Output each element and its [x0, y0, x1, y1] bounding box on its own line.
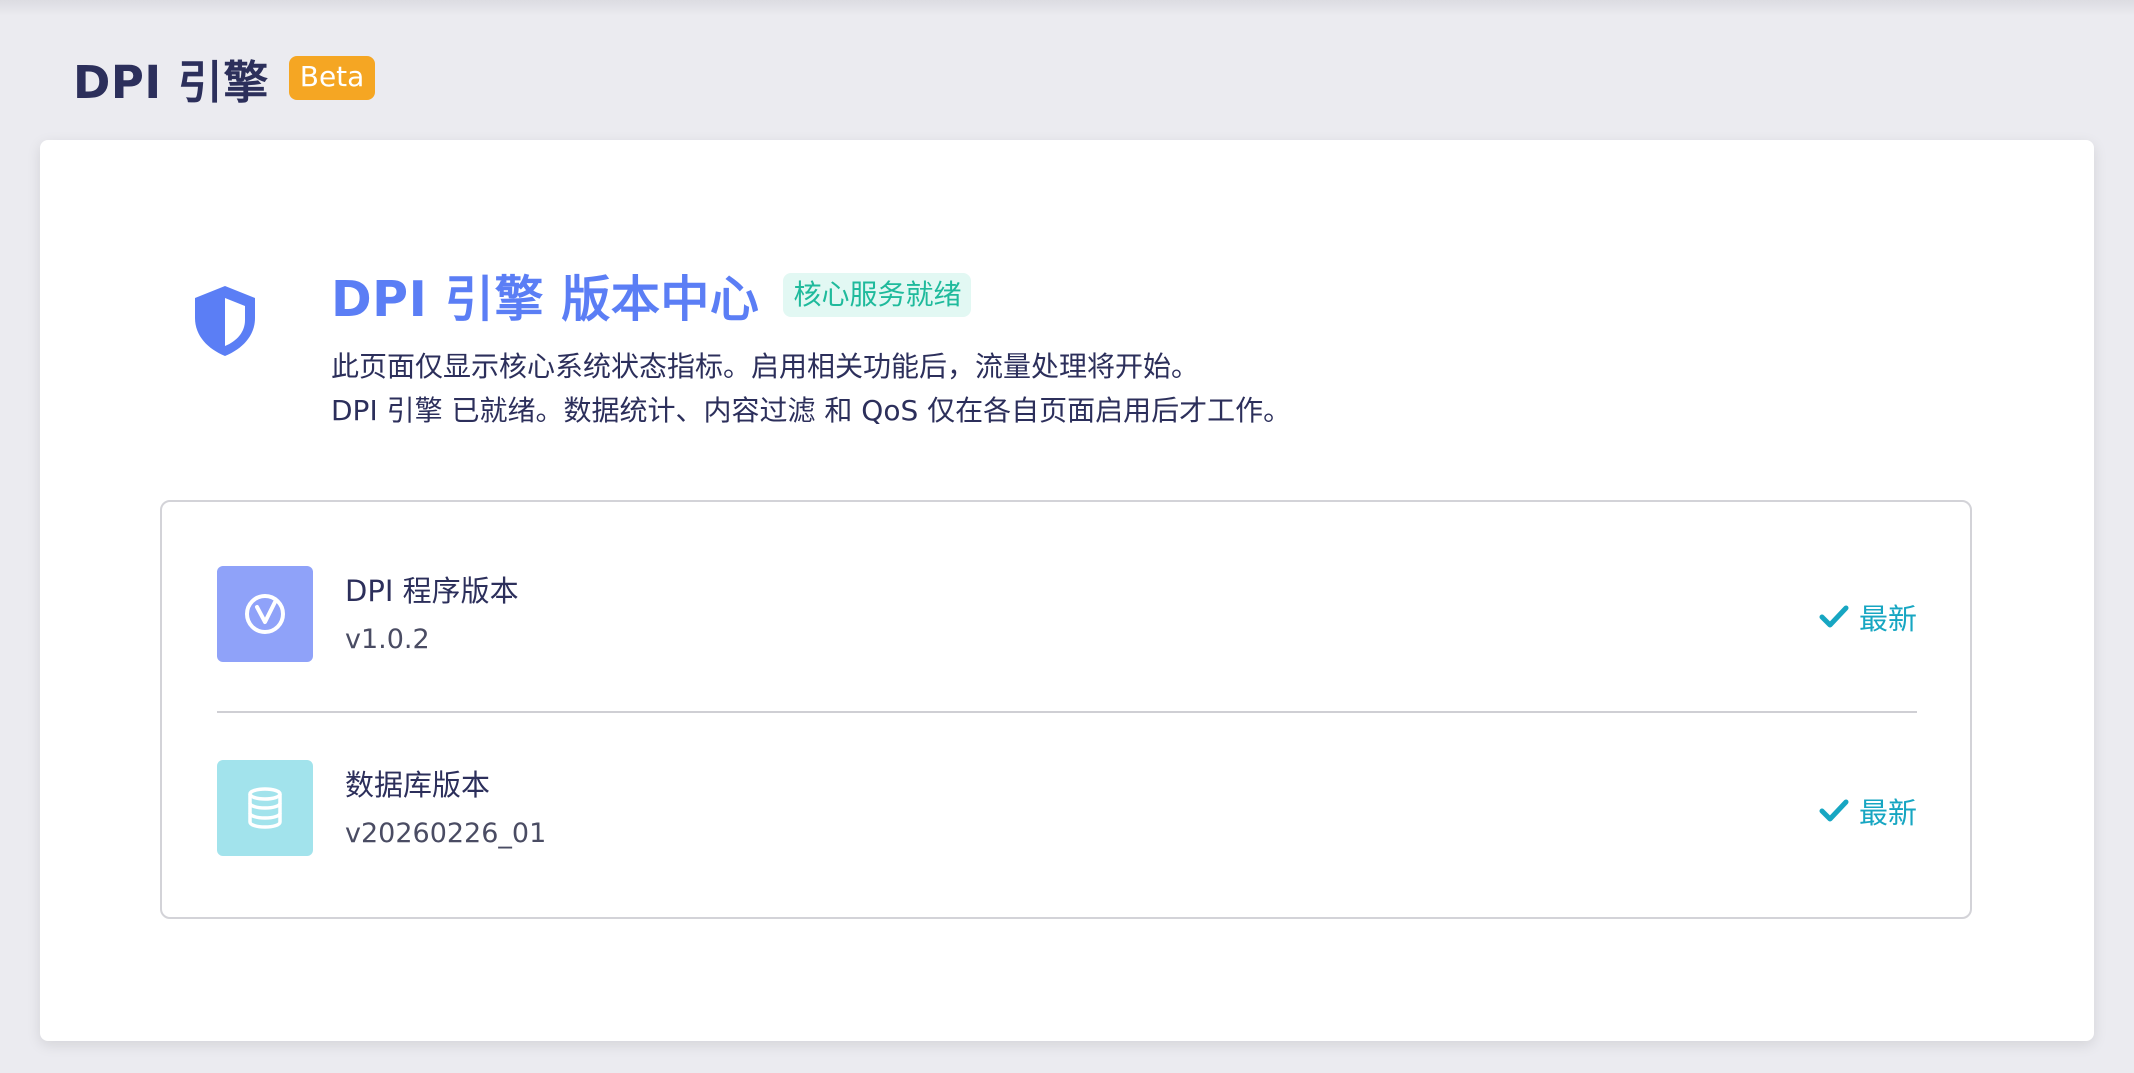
page-title: DPI 引擎 — [73, 55, 269, 109]
version-v-icon — [245, 594, 285, 634]
hero-desc-line-2: DPI 引擎 已就绪。数据统计、内容过滤 和 QoS 仅在各自页面启用后才工作。 — [331, 394, 1292, 427]
beta-badge: Beta — [288, 56, 376, 100]
database-icon — [248, 787, 282, 829]
hero-title: DPI 引擎 版本中心 — [331, 270, 760, 328]
database-version-icon-box — [217, 760, 313, 856]
check-icon — [1819, 799, 1849, 822]
service-ready-badge: 核心服务就绪 — [783, 273, 972, 317]
hero-title-row: DPI 引擎 版本中心 核心服务就绪 — [331, 262, 972, 328]
version-row-program: DPI 程序版本 v1.0.2 最新 — [217, 566, 1917, 662]
version-center-card: DPI 引擎 版本中心 核心服务就绪 此页面仅显示核心系统状态指标。启用相关功能… — [40, 140, 2094, 1041]
database-latest-status: 最新 — [1819, 790, 1917, 832]
hero-description: 此页面仅显示核心系统状态指标。启用相关功能后，流量处理将开始。 DPI 引擎 已… — [331, 345, 1291, 433]
program-version-icon-box — [217, 566, 313, 662]
version-row-database: 数据库版本 v20260226_01 最新 — [217, 760, 1917, 856]
program-latest-label: 最新 — [1858, 602, 1917, 636]
row-divider — [217, 711, 1917, 713]
top-shadow — [0, 0, 2134, 16]
shield-icon — [195, 286, 255, 356]
program-version-label: DPI 程序版本 — [345, 574, 519, 608]
check-icon — [1819, 605, 1849, 628]
program-latest-status: 最新 — [1819, 596, 1917, 638]
hero-desc-line-1: 此页面仅显示核心系统状态指标。启用相关功能后，流量处理将开始。 — [331, 350, 1200, 383]
page-header: DPI 引擎 Beta — [73, 50, 376, 109]
program-version-value: v1.0.2 — [345, 624, 430, 655]
version-panel: DPI 程序版本 v1.0.2 最新 数据库版本 v20260226_01 最新 — [160, 500, 1972, 919]
database-latest-label: 最新 — [1858, 796, 1917, 830]
database-version-label: 数据库版本 — [345, 768, 491, 802]
database-version-value: v20260226_01 — [345, 818, 547, 849]
